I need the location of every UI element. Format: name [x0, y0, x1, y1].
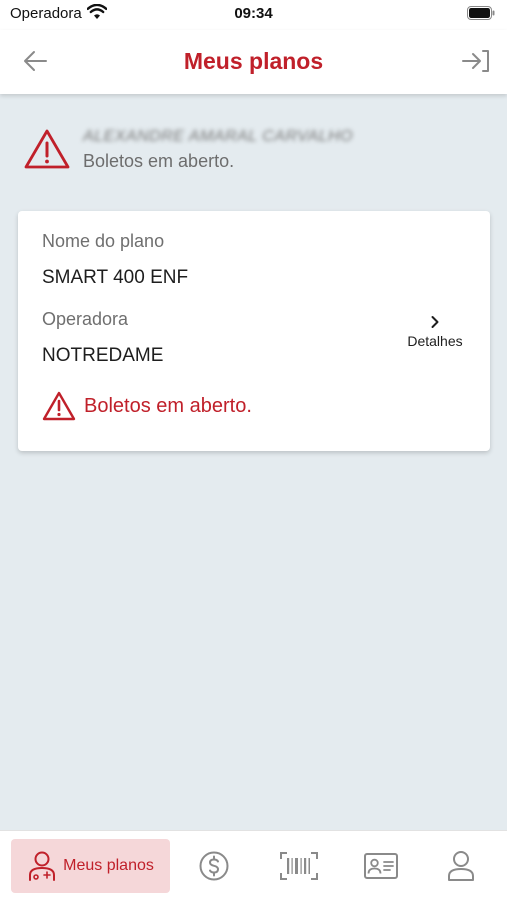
- nav-label-meus-planos: Meus planos: [63, 857, 154, 874]
- nav-item-meus-planos[interactable]: Meus planos: [11, 839, 170, 893]
- warning-icon: [24, 128, 70, 175]
- operator-label: Operadora: [42, 309, 129, 329]
- status-bar: Operadora 09:34: [0, 0, 507, 30]
- plan-card[interactable]: Nome do plano SMART 400 ENF Operadora NO…: [18, 211, 490, 451]
- operator-value: NOTREDAME: [42, 345, 164, 366]
- app-header: Meus planos: [0, 30, 507, 94]
- barcode-icon: [280, 852, 318, 880]
- plan-name-value: SMART 400 ENF: [42, 267, 189, 288]
- plan-name-label: Nome do plano: [42, 231, 165, 251]
- nav-item-payments[interactable]: [194, 839, 234, 893]
- page-title: Meus planos: [183, 48, 324, 74]
- nav-item-barcode[interactable]: [279, 839, 319, 893]
- card-alert-text: Boletos em aberto.: [84, 394, 252, 417]
- dollar-icon: [199, 851, 229, 881]
- warning-icon: [42, 391, 76, 421]
- chevron-right-icon: [431, 316, 439, 328]
- open-bills-alert: ALEXANDRE AMARAL CARVALHO Boletos em abe…: [24, 124, 484, 176]
- nav-item-id-card[interactable]: [362, 839, 400, 893]
- details-label: Detalhes: [407, 333, 463, 349]
- clock: 09:34: [234, 5, 273, 22]
- battery-icon: [467, 6, 495, 25]
- id-card-icon: [364, 853, 398, 879]
- user-plans-icon: [29, 851, 56, 881]
- logout-icon: [462, 50, 489, 72]
- card-open-bills-alert: Boletos em aberto.: [42, 391, 252, 421]
- user-name: ALEXANDRE AMARAL CARVALHO: [83, 128, 354, 145]
- alert-message: Boletos em aberto.: [83, 151, 235, 171]
- nav-item-profile[interactable]: [444, 839, 478, 893]
- logout-button[interactable]: [459, 46, 493, 76]
- profile-icon: [448, 851, 474, 881]
- bottom-nav: Meus planos: [0, 830, 507, 900]
- details-button[interactable]: Detalhes: [404, 315, 466, 355]
